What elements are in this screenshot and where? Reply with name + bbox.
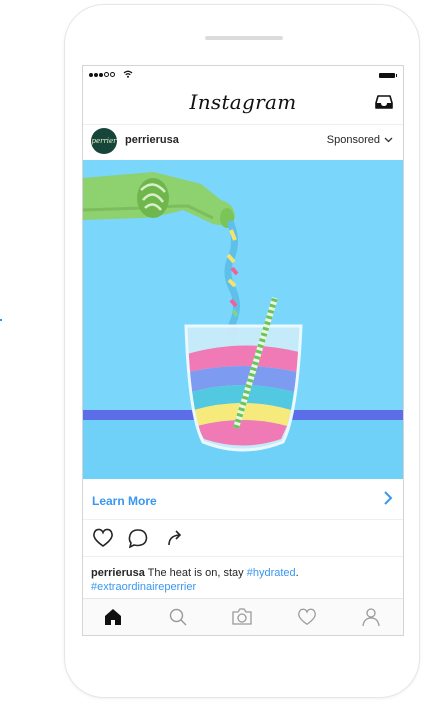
battery-icon — [379, 73, 397, 78]
hashtag-extraordinaireperrier[interactable]: #extraordinaireperrier — [91, 581, 196, 593]
caption-period: . — [295, 567, 299, 579]
app-header: Instagram — [83, 84, 403, 125]
instagram-logo: Instagram — [189, 90, 297, 114]
caption-text: The heat is on, stay — [144, 567, 247, 579]
status-bar — [83, 66, 403, 84]
learn-more-link[interactable]: Learn More — [92, 494, 157, 508]
profile-icon[interactable] — [361, 607, 381, 627]
comment-icon[interactable] — [127, 528, 149, 548]
chevron-down-icon — [384, 137, 393, 143]
share-icon[interactable] — [165, 528, 185, 548]
phone-screen: Instagram perrier perrierusa Sponsored L… — [82, 65, 404, 636]
post-header: perrier perrierusa Sponsored — [83, 124, 403, 160]
inbox-icon[interactable] — [375, 94, 393, 110]
heart-icon[interactable] — [92, 528, 114, 548]
camera-icon[interactable] — [231, 607, 253, 627]
perrier-illustration — [83, 160, 403, 479]
activity-heart-icon[interactable] — [297, 607, 317, 627]
avatar[interactable]: perrier — [91, 128, 117, 154]
wifi-icon — [123, 70, 133, 78]
caption-username[interactable]: perrierusa — [91, 567, 145, 579]
phone-speaker — [205, 36, 283, 40]
hashtag-hydrated[interactable]: #hydrated — [247, 567, 296, 579]
post-image[interactable] — [83, 160, 403, 479]
chevron-right-icon — [384, 491, 393, 505]
learn-more-bar[interactable]: Learn More — [83, 479, 403, 520]
home-icon[interactable] — [103, 607, 123, 627]
post-caption: perrierusa The heat is on, stay #hydrate… — [91, 566, 395, 594]
post-username[interactable]: perrierusa — [125, 134, 179, 146]
sponsored-label: Sponsored — [326, 134, 380, 146]
post-actions — [83, 520, 403, 557]
bottom-tab-bar — [83, 598, 403, 635]
stray-pixel — [0, 319, 2, 321]
search-icon[interactable] — [168, 607, 188, 627]
sponsored-menu[interactable]: Sponsored — [327, 134, 393, 146]
signal-icon — [89, 72, 115, 77]
